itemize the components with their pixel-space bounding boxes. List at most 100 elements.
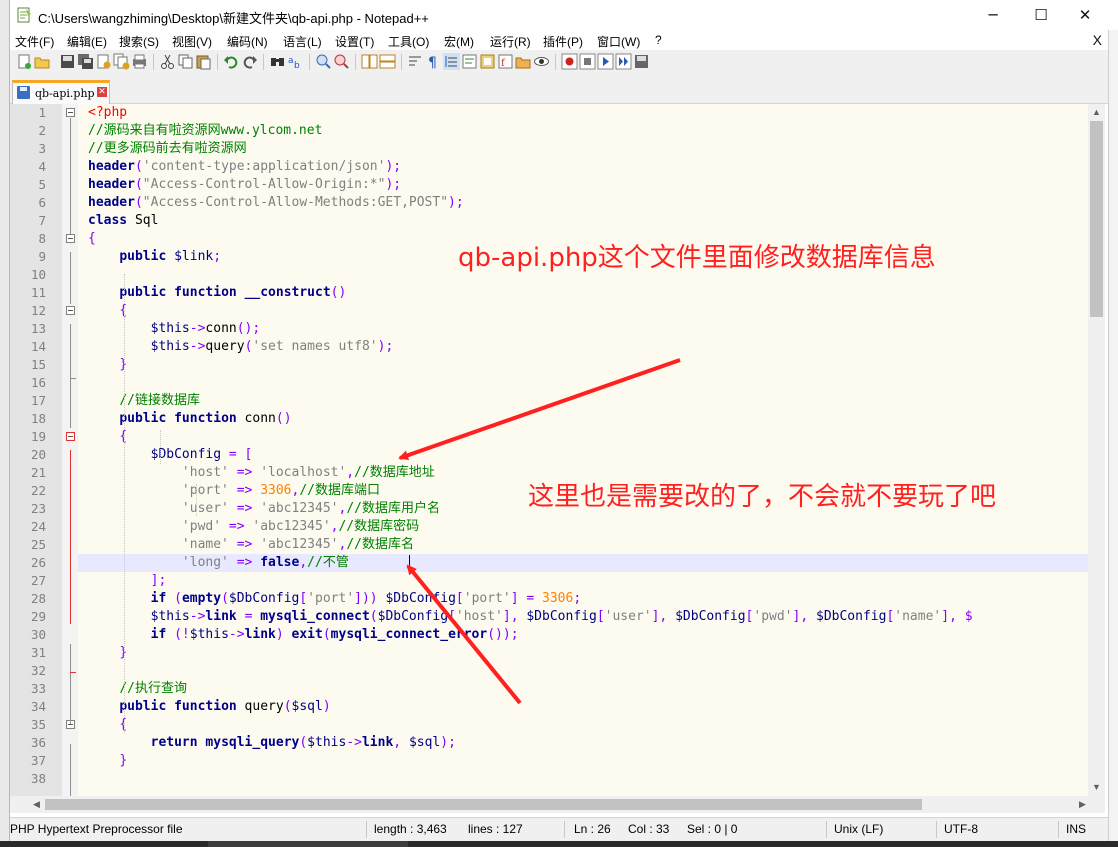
menu-encoding[interactable]: 编码(N) xyxy=(227,33,268,50)
maximize-button[interactable]: ☐ xyxy=(1018,0,1064,30)
menu-plugins[interactable]: 插件(P) xyxy=(543,33,583,50)
menu-file[interactable]: 文件(F) xyxy=(15,33,54,50)
line-number: 10 xyxy=(30,267,46,282)
code-line[interactable]: 'host' => 'localhost',//数据库地址 xyxy=(88,464,435,482)
code-line[interactable]: } xyxy=(88,752,127,770)
menu-view[interactable]: 视图(V) xyxy=(172,33,212,50)
code-line[interactable]: public function conn() xyxy=(88,410,291,428)
zoom-out-icon[interactable] xyxy=(333,53,350,70)
code-line[interactable]: if (empty($DbConfig['port'])) $DbConfig[… xyxy=(88,590,582,608)
menu-edit[interactable]: 编辑(E) xyxy=(67,33,107,50)
menu-help[interactable]: ? xyxy=(655,33,662,47)
close-icon[interactable] xyxy=(95,53,112,70)
fold-toggle-icon[interactable] xyxy=(66,432,75,441)
code-line[interactable]: $DbConfig = [ xyxy=(88,446,253,464)
code-line[interactable]: } xyxy=(88,356,127,374)
code-line[interactable]: 'long' => false,//不管 xyxy=(88,554,349,572)
run-macro-multiple-icon[interactable] xyxy=(615,53,632,70)
code-line[interactable]: //更多源码前去有啦资源网 xyxy=(88,140,247,158)
code-line[interactable]: { xyxy=(88,230,96,248)
vertical-scroll-thumb[interactable] xyxy=(1090,121,1103,317)
code-line[interactable]: { xyxy=(88,428,127,446)
scroll-down-arrow-icon[interactable]: ▼ xyxy=(1088,779,1105,796)
code-line[interactable]: $this->link = mysqli_connect($DbConfig['… xyxy=(88,608,973,626)
word-wrap-icon[interactable] xyxy=(407,53,424,70)
open-file-icon[interactable] xyxy=(34,53,51,70)
code-line[interactable]: { xyxy=(88,302,127,320)
sync-horizontal-icon[interactable] xyxy=(379,53,396,70)
function-list-icon[interactable]: f xyxy=(497,53,514,70)
sync-vertical-icon[interactable] xyxy=(361,53,378,70)
code-area[interactable]: <?php//源码来自有啦资源网www.ylcom.net//更多源码前去有啦资… xyxy=(78,104,1088,796)
print-icon[interactable] xyxy=(131,53,148,70)
code-line[interactable]: public function __construct() xyxy=(88,284,346,302)
user-language-icon[interactable] xyxy=(461,53,478,70)
menu-run[interactable]: 运行(R) xyxy=(490,33,531,50)
code-line[interactable]: 'port' => 3306,//数据库端口 xyxy=(88,482,380,500)
undo-icon[interactable] xyxy=(223,53,240,70)
unsaved-disk-icon xyxy=(17,86,30,99)
vertical-scrollbar[interactable]: ▲ ▼ xyxy=(1088,104,1105,796)
code-line[interactable]: ]; xyxy=(88,572,167,590)
code-line[interactable]: header("Access-Control-Allow-Origin:*"); xyxy=(88,176,401,194)
copy-icon[interactable] xyxy=(177,53,194,70)
code-line[interactable]: 'name' => 'abc12345',//数据库名 xyxy=(88,536,414,554)
menu-macro[interactable]: 宏(M) xyxy=(444,33,474,50)
zoom-in-icon[interactable] xyxy=(315,53,332,70)
code-line[interactable]: header('content-type:application/json'); xyxy=(88,158,401,176)
code-line[interactable]: //源码来自有啦资源网www.ylcom.net xyxy=(88,122,322,140)
doc-map-icon[interactable] xyxy=(479,53,496,70)
code-line[interactable]: <?php xyxy=(88,104,127,122)
menu-search[interactable]: 搜索(S) xyxy=(119,33,159,50)
tab-qb-api[interactable]: qb-api.php ✕ xyxy=(12,80,110,104)
scroll-right-arrow-icon[interactable]: ▶ xyxy=(1074,796,1091,813)
replace-icon[interactable]: ab xyxy=(287,53,304,70)
save-icon[interactable] xyxy=(59,53,76,70)
code-line[interactable]: return mysqli_query($this->link, $sql); xyxy=(88,734,456,752)
menu-window[interactable]: 窗口(W) xyxy=(597,33,640,50)
fold-toggle-icon[interactable] xyxy=(66,306,75,315)
code-line[interactable]: $this->query('set names utf8'); xyxy=(88,338,394,356)
code-line[interactable]: public $link; xyxy=(88,248,221,266)
monitoring-icon[interactable] xyxy=(533,53,550,70)
record-macro-icon[interactable] xyxy=(561,53,578,70)
stop-macro-icon[interactable] xyxy=(579,53,596,70)
menu-language[interactable]: 语言(L) xyxy=(283,33,322,50)
code-line[interactable]: if (!$this->link) exit(mysqli_connect_er… xyxy=(88,626,519,644)
show-all-chars-icon[interactable]: ¶ xyxy=(425,53,442,70)
code-line[interactable]: { xyxy=(88,716,127,734)
status-column: Col : 33 xyxy=(628,822,670,836)
scroll-left-arrow-icon[interactable]: ◀ xyxy=(28,796,45,813)
new-file-icon[interactable] xyxy=(16,53,33,70)
save-all-icon[interactable] xyxy=(77,53,94,70)
close-window-button[interactable]: ✕ xyxy=(1062,0,1108,30)
tab-close-icon[interactable]: ✕ xyxy=(97,87,107,97)
code-line[interactable]: class Sql xyxy=(88,212,158,230)
redo-icon[interactable] xyxy=(241,53,258,70)
code-line[interactable]: 'user' => 'abc12345',//数据库用户名 xyxy=(88,500,440,518)
indent-guide-icon[interactable] xyxy=(443,53,460,70)
play-macro-icon[interactable] xyxy=(597,53,614,70)
horizontal-scroll-thumb[interactable] xyxy=(45,799,922,810)
paste-icon[interactable] xyxy=(195,53,212,70)
menu-settings[interactable]: 设置(T) xyxy=(335,33,374,50)
find-icon[interactable] xyxy=(269,53,286,70)
code-line[interactable]: 'pwd' => 'abc12345',//数据库密码 xyxy=(88,518,419,536)
save-macro-icon[interactable] xyxy=(633,53,650,70)
close-document-button[interactable]: X xyxy=(1093,32,1102,48)
taskbar-item[interactable] xyxy=(208,841,408,847)
cut-icon[interactable] xyxy=(159,53,176,70)
code-line[interactable]: $this->conn(); xyxy=(88,320,261,338)
minimize-button[interactable]: ─ xyxy=(970,0,1016,30)
fold-toggle-icon[interactable] xyxy=(66,234,75,243)
fold-toggle-icon[interactable] xyxy=(66,108,75,117)
folder-workspace-icon[interactable] xyxy=(515,53,532,70)
menu-tools[interactable]: 工具(O) xyxy=(388,33,429,50)
code-line[interactable]: //链接数据库 xyxy=(88,392,200,410)
horizontal-scrollbar[interactable]: ◀ ▶ xyxy=(10,796,1105,813)
code-line[interactable]: header("Access-Control-Allow-Methods:GET… xyxy=(88,194,464,212)
scroll-up-arrow-icon[interactable]: ▲ xyxy=(1088,104,1105,121)
code-line[interactable]: //执行查询 xyxy=(88,680,187,698)
close-all-icon[interactable] xyxy=(113,53,130,70)
code-line[interactable]: } xyxy=(88,644,127,662)
